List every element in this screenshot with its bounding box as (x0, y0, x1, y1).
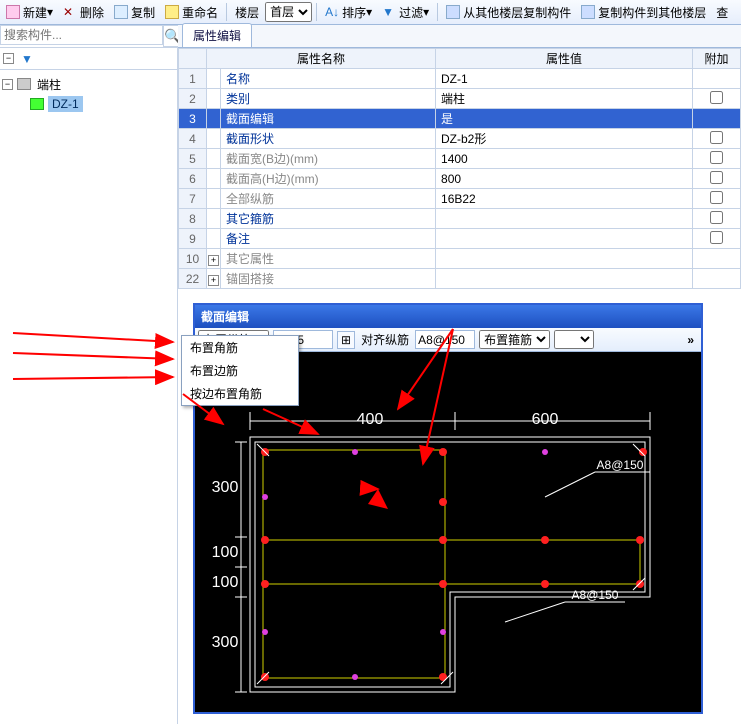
copy-from-button[interactable]: 从其他楼层复制构件 (442, 1, 575, 23)
grid-row[interactable]: 1名称DZ-1 (179, 69, 741, 89)
extra-checkbox[interactable] (710, 151, 723, 164)
menu-layout-corner-by-edge[interactable]: 按边布置角筋 (182, 382, 298, 405)
component-tree: − 端柱 DZ-1 (0, 70, 177, 724)
col-value: 属性值 (436, 49, 693, 69)
svg-text:600: 600 (532, 411, 559, 428)
grid-row[interactable]: 8其它箍筋 (179, 209, 741, 229)
left-panel: 🔍 − ▼ − 端柱 DZ-1 (0, 25, 178, 724)
extra-checkbox[interactable] (710, 191, 723, 204)
component-icon (30, 98, 44, 110)
extra-checkbox[interactable] (710, 91, 723, 104)
new-icon (6, 5, 20, 19)
extra-checkbox[interactable] (710, 211, 723, 224)
grid-row[interactable]: 7全部纵筋16B22 (179, 189, 741, 209)
svg-text:100: 100 (212, 574, 239, 591)
copy-to-button[interactable]: 复制构件到其他楼层 (577, 1, 710, 23)
col-extra: 附加 (693, 49, 741, 69)
col-name: 属性名称 (207, 49, 436, 69)
extra-checkbox[interactable] (710, 131, 723, 144)
expand-toggle[interactable]: + (208, 275, 219, 286)
grid-icon[interactable]: ⊞ (337, 331, 355, 349)
rename-icon (165, 5, 179, 19)
new-button[interactable]: 新建 ▾ (2, 1, 57, 23)
tab-properties[interactable]: 属性编辑 (182, 23, 252, 47)
section-canvas[interactable]: 400 600 300 100 100 300 (195, 352, 701, 712)
tree-filter-row: − ▼ (0, 48, 177, 70)
tree-root-label[interactable]: 端柱 (35, 76, 63, 93)
align-rebar-label: 对齐纵筋 (359, 331, 411, 348)
delete-icon: ✕ (63, 5, 77, 19)
copy-icon (114, 5, 128, 19)
menu-layout-edge[interactable]: 布置边筋 (182, 359, 298, 382)
main-toolbar: 新建 ▾ ✕删除 复制 重命名 楼层 首层 A↓排序 ▾ ▼过滤 ▾ 从其他楼层… (0, 0, 741, 25)
expand-toggle[interactable]: + (208, 255, 219, 266)
grid-row[interactable]: 3截面编辑是 (179, 109, 741, 129)
tab-bar: 属性编辑 (178, 25, 741, 48)
search-input[interactable] (0, 25, 163, 45)
grid-row[interactable]: 5截面宽(B边)(mm)1400 (179, 149, 741, 169)
svg-text:A8@150: A8@150 (597, 458, 644, 472)
copy-to-icon (581, 5, 595, 19)
layout-context-menu: 布置角筋 布置边筋 按边布置角筋 (181, 335, 299, 406)
right-panel: 属性编辑 属性名称 属性值 附加 1名称DZ-12类别端柱3截面编辑是4截面形状… (178, 25, 741, 724)
sort-icon: A↓ (325, 5, 339, 19)
grid-row[interactable]: 22+锚固搭接 (179, 269, 741, 289)
member-icon (17, 78, 31, 90)
delete-button[interactable]: ✕删除 (59, 1, 108, 23)
tree-collapse-toggle[interactable]: − (3, 53, 14, 64)
layout-stirrup-select[interactable]: 布置箍筋 (479, 330, 550, 349)
extra-checkbox[interactable] (710, 171, 723, 184)
svg-text:300: 300 (212, 634, 239, 651)
svg-text:A8@150: A8@150 (572, 588, 619, 602)
rename-button[interactable]: 重命名 (161, 1, 222, 23)
filter-icon: ▼ (382, 5, 396, 19)
grid-row[interactable]: 6截面高(H边)(mm)800 (179, 169, 741, 189)
svg-text:300: 300 (212, 479, 239, 496)
section-editor-wrap: 截面编辑 布置纵筋 ⊞ 对齐纵筋 布置箍筋 » 400 600 (178, 289, 741, 724)
extra-checkbox[interactable] (710, 231, 723, 244)
funnel-icon: ▼ (21, 52, 33, 66)
tree-item-dz1[interactable]: DZ-1 (48, 96, 83, 112)
find-button[interactable]: 查 (712, 1, 732, 23)
editor-title: 截面编辑 (195, 305, 701, 328)
grid-row[interactable]: 4截面形状DZ-b2形 (179, 129, 741, 149)
tree-node-toggle[interactable]: − (2, 79, 13, 90)
svg-text:100: 100 (212, 544, 239, 561)
copy-from-icon (446, 5, 460, 19)
floor-label: 楼层 (231, 1, 263, 23)
sort-button[interactable]: A↓排序 ▾ (321, 1, 376, 23)
menu-layout-corner[interactable]: 布置角筋 (182, 336, 298, 359)
grid-row[interactable]: 2类别端柱 (179, 89, 741, 109)
grid-row[interactable]: 9备注 (179, 229, 741, 249)
svg-text:400: 400 (357, 411, 384, 428)
layout-stirrup-value[interactable] (554, 330, 594, 349)
filter-button[interactable]: ▼过滤 ▾ (378, 1, 433, 23)
floor-select[interactable]: 首层 (265, 2, 312, 22)
editor-more-button[interactable]: » (683, 333, 698, 347)
copy-button[interactable]: 复制 (110, 1, 159, 23)
property-grid: 属性名称 属性值 附加 1名称DZ-12类别端柱3截面编辑是4截面形状DZ-b2… (178, 48, 741, 289)
align-rebar-input[interactable] (415, 330, 475, 349)
grid-row[interactable]: 10+其它属性 (179, 249, 741, 269)
